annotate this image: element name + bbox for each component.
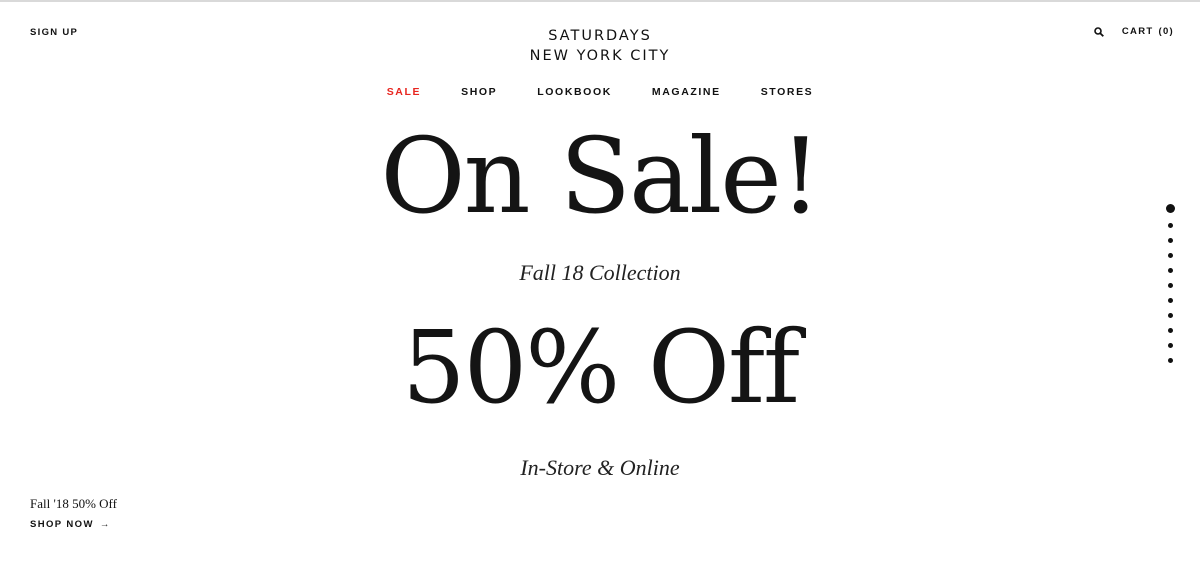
slider-dot[interactable]	[1167, 268, 1173, 273]
shop-now-link[interactable]: SHOP NOW →	[30, 519, 117, 530]
hero-headline-on-sale: On Sale!	[380, 115, 821, 237]
nav-item-sale[interactable]: SALE	[367, 86, 441, 98]
cart-count: (0)	[1158, 26, 1174, 37]
slider-dot[interactable]	[1167, 343, 1173, 348]
slider-dot[interactable]	[1167, 358, 1173, 363]
search-icon[interactable]	[1094, 26, 1104, 37]
slider-dot[interactable]	[1167, 223, 1173, 228]
nav-item-shop[interactable]: SHOP	[441, 86, 517, 98]
brand-logo[interactable]: SATURDAYS NEW YORK CITY	[0, 26, 1200, 66]
hero-headline-discount: 50% Off	[401, 309, 800, 426]
header-actions: CART (0)	[1094, 26, 1174, 37]
nav-item-magazine[interactable]: MAGAZINE	[632, 86, 741, 98]
hero-subtitle-collection: Fall 18 Collection	[519, 260, 681, 285]
top-divider	[0, 0, 1200, 2]
slider-pagination	[1164, 204, 1176, 363]
shop-now-label: SHOP NOW	[30, 519, 94, 530]
slider-dot[interactable]	[1167, 253, 1173, 258]
nav-item-lookbook[interactable]: LOOKBOOK	[517, 86, 632, 98]
slider-dot[interactable]	[1167, 313, 1173, 318]
cart-link[interactable]: CART (0)	[1122, 26, 1174, 37]
promo-block: Fall '18 50% Off SHOP NOW →	[30, 496, 117, 530]
nav-item-stores[interactable]: STORES	[741, 86, 834, 98]
main-nav: SALE SHOP LOOKBOOK MAGAZINE STORES	[0, 86, 1200, 98]
slider-dot[interactable]	[1167, 298, 1173, 303]
slider-dot[interactable]	[1167, 283, 1173, 288]
slider-dot[interactable]	[1165, 204, 1175, 213]
hero-subtitle-channels: In-Store & Online	[520, 455, 680, 480]
brand-line-1: SATURDAYS	[548, 28, 652, 44]
arrow-right-icon: →	[99, 519, 111, 530]
brand-line-2: NEW YORK CITY	[529, 48, 671, 64]
slider-dot[interactable]	[1167, 238, 1173, 243]
promo-title: Fall '18 50% Off	[30, 496, 117, 511]
slider-dot[interactable]	[1167, 328, 1173, 333]
cart-label: CART	[1121, 26, 1154, 37]
